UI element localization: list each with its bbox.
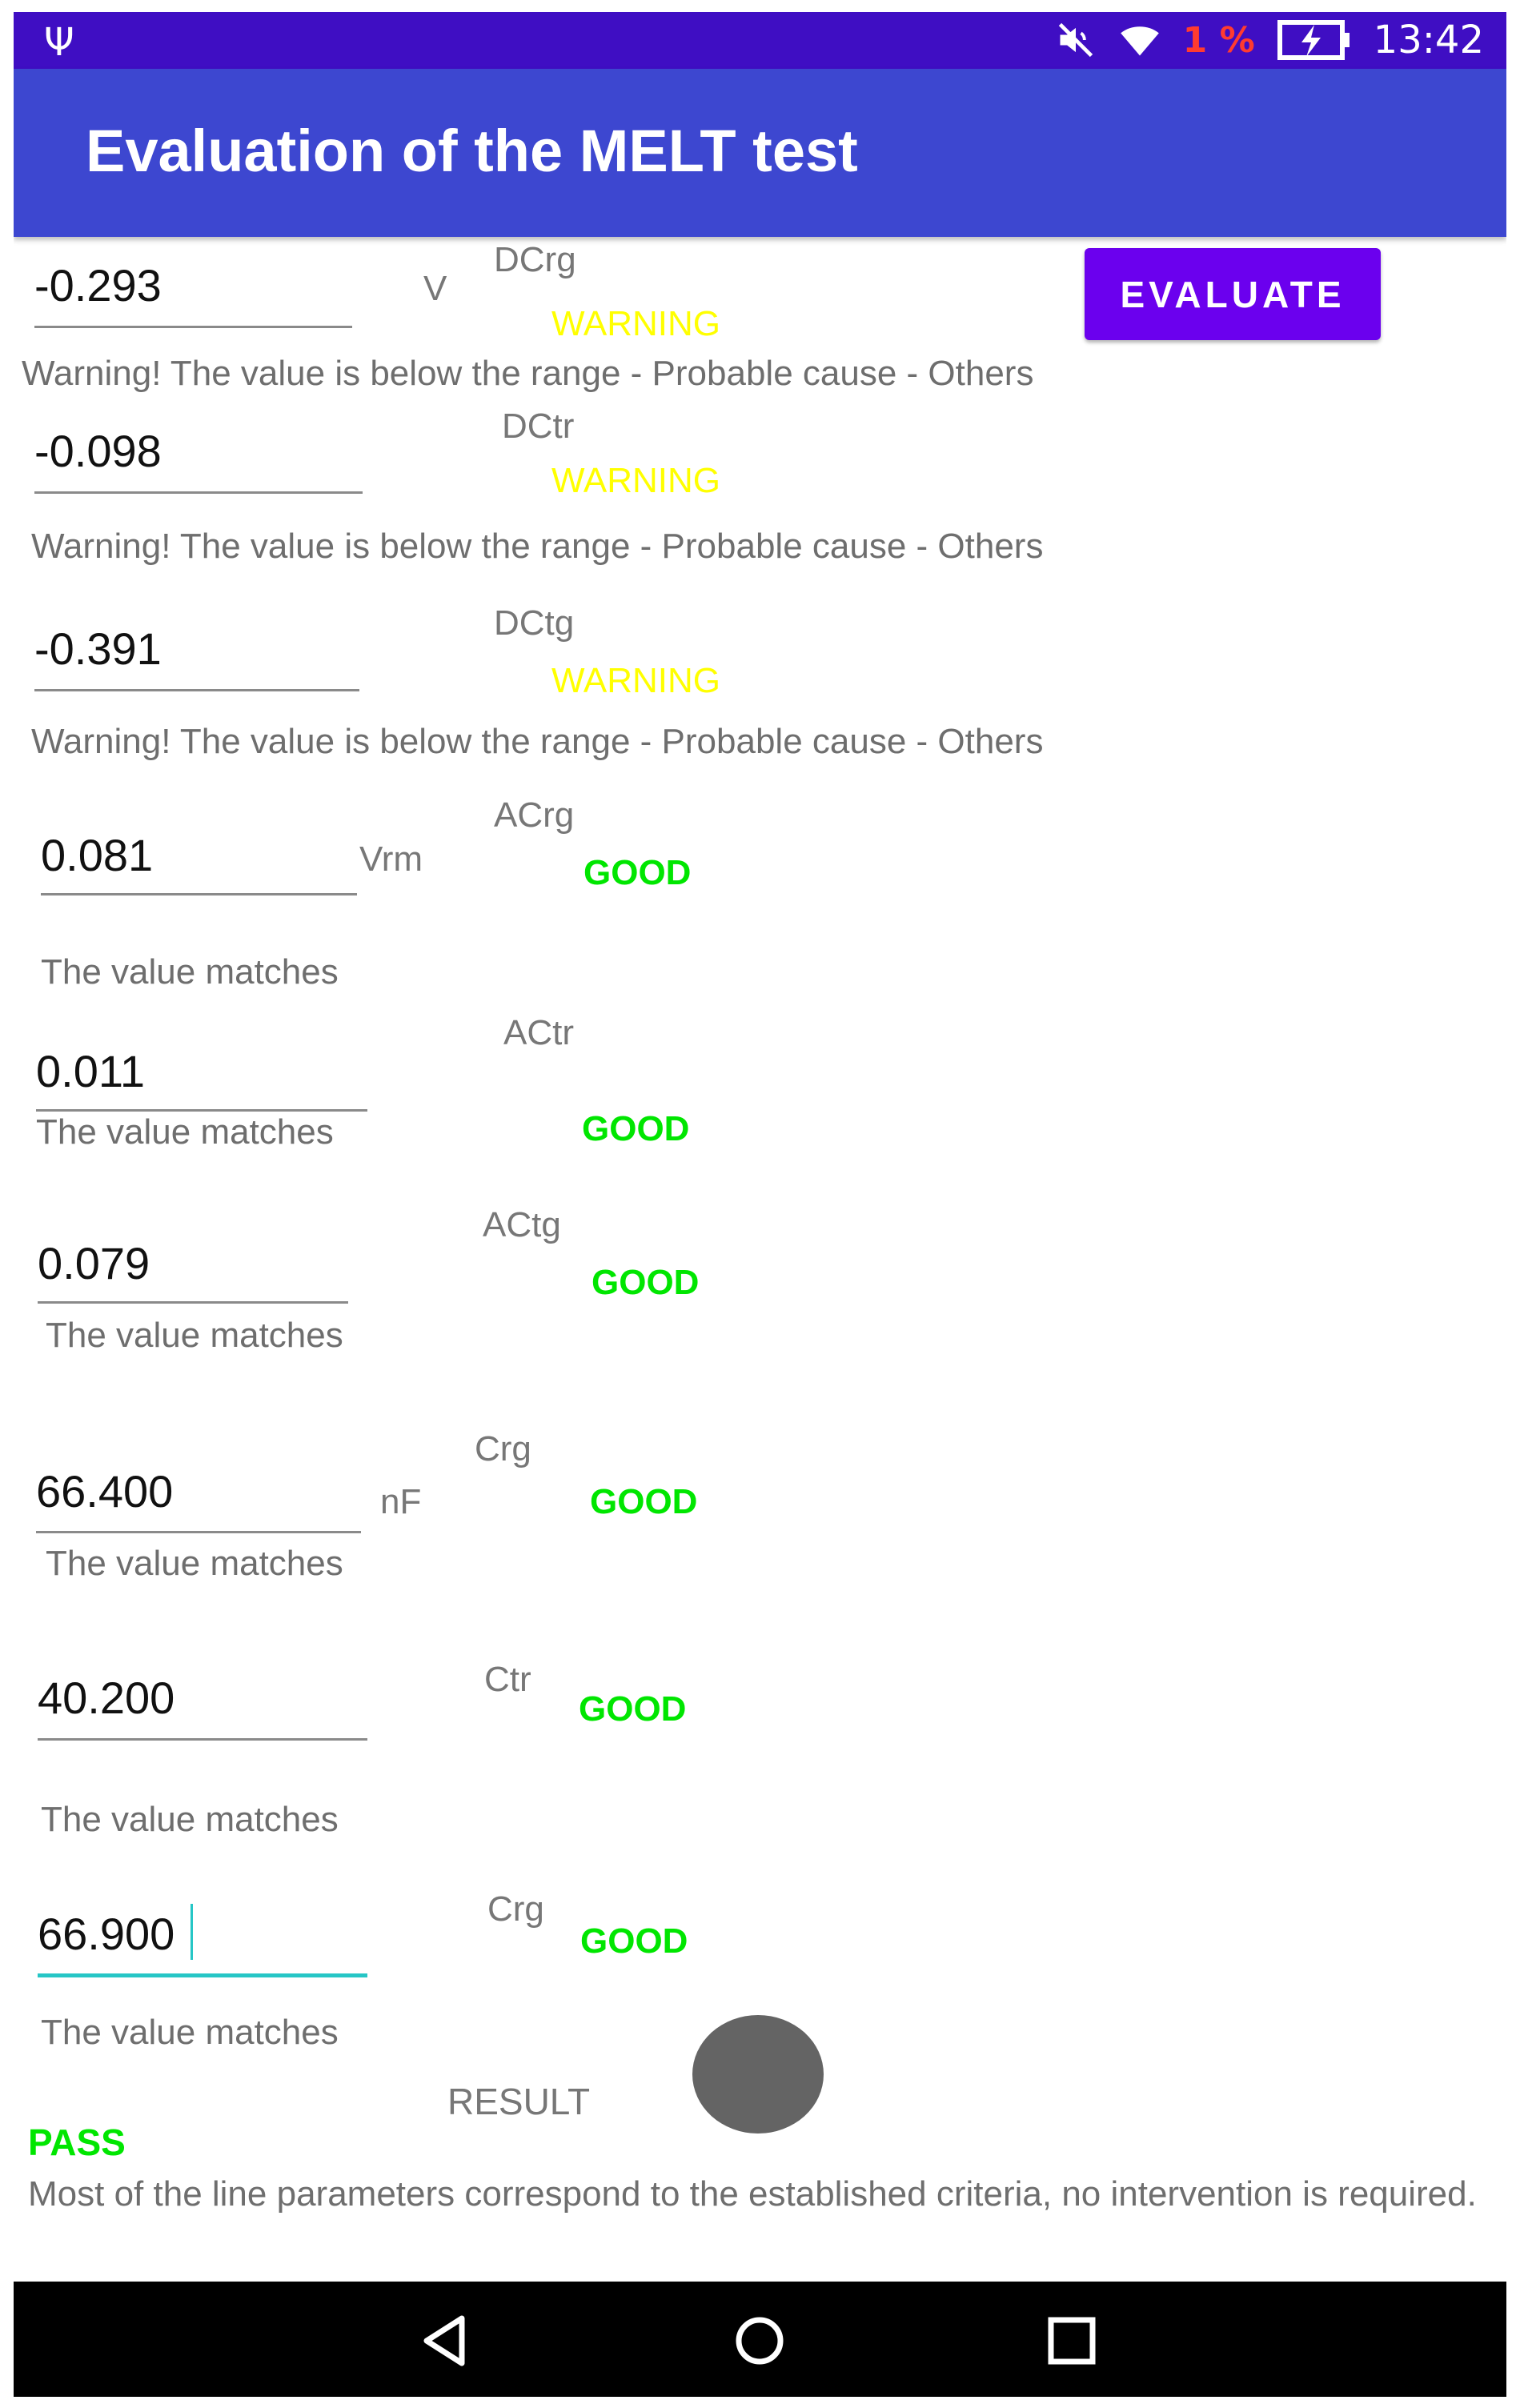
param-label-actr: ACtr	[503, 1013, 574, 1052]
result-label: RESULT	[447, 2081, 591, 2122]
value-field-dctg[interactable]: -0.391	[34, 623, 162, 675]
value-field-actg[interactable]: 0.079	[38, 1237, 150, 1289]
unit-label-vrm: Vrm	[359, 839, 423, 879]
message-actg: The value matches	[46, 1316, 343, 1355]
value-field-acrg[interactable]: 0.081	[41, 829, 153, 881]
param-label-acrg: ACrg	[494, 795, 575, 835]
unit-label-v: V	[423, 269, 447, 308]
mute-icon	[1058, 22, 1093, 58]
field-underline	[34, 491, 363, 494]
action-button[interactable]	[692, 2015, 824, 2134]
text-caret	[191, 1904, 193, 1960]
param-label-crg: Crg	[475, 1429, 531, 1468]
field-underline	[34, 689, 359, 691]
message-crg-2: The value matches	[41, 2013, 339, 2052]
status-badge-actg: GOOD	[592, 1263, 700, 1302]
status-badge-ctr: GOOD	[579, 1689, 687, 1729]
param-label-crg-2: Crg	[487, 1889, 544, 1929]
status-badge-crg-2: GOOD	[580, 1921, 688, 1961]
device-screen: Ψ 1 % 13:42 Evaluation of the MELT test	[14, 12, 1506, 2397]
status-badge-crg: GOOD	[590, 1482, 698, 1521]
message-dctr: Warning! The value is below the range - …	[31, 527, 1044, 566]
field-underline	[36, 1109, 367, 1112]
evaluate-button[interactable]: EVALUATE	[1085, 248, 1381, 340]
status-badge-acrg: GOOD	[584, 853, 692, 892]
result-status: PASS	[28, 2122, 126, 2163]
field-underline	[38, 1301, 348, 1304]
message-crg: The value matches	[46, 1544, 343, 1583]
status-icons: 1 % 13:42	[1055, 16, 1484, 64]
message-dctg: Warning! The value is below the range - …	[31, 722, 1044, 761]
value-field-dctr[interactable]: -0.098	[34, 425, 162, 477]
clock: 13:42	[1373, 18, 1484, 62]
app-bar: Evaluation of the MELT test	[14, 69, 1506, 237]
message-acrg: The value matches	[41, 952, 339, 992]
field-underline	[36, 1531, 361, 1533]
battery-charging-icon	[1277, 20, 1350, 60]
back-icon[interactable]	[414, 2309, 478, 2373]
wifi-icon	[1120, 26, 1159, 56]
result-summary: Most of the line parameters correspond t…	[28, 2174, 1477, 2214]
message-ctr: The value matches	[41, 1800, 339, 1839]
message-dcrg: Warning! The value is below the range - …	[22, 354, 1034, 393]
usb-icon: Ψ	[44, 20, 74, 65]
home-icon[interactable]	[728, 2309, 792, 2373]
status-badge-actr: GOOD	[582, 1109, 690, 1148]
battery-percent: 1 %	[1182, 19, 1255, 61]
value-field-crg-2[interactable]: 66.900	[38, 1908, 174, 1960]
page-title: Evaluation of the MELT test	[86, 118, 858, 184]
unit-label-nf: nF	[380, 1482, 422, 1521]
content-area: -0.293 V DCrg WARNING EVALUATE Warning! …	[14, 237, 1506, 2282]
param-label-actg: ACtg	[483, 1205, 561, 1244]
param-label-dctr: DCtr	[502, 407, 575, 446]
field-underline	[34, 326, 352, 328]
value-field-crg[interactable]: 66.400	[36, 1465, 173, 1517]
status-badge-dcrg: WARNING	[551, 304, 721, 343]
field-underline	[38, 1738, 367, 1741]
value-field-dcrg[interactable]: -0.293	[34, 259, 162, 311]
recents-icon[interactable]	[1040, 2309, 1104, 2373]
message-actr: The value matches	[36, 1112, 334, 1152]
param-label-dctg: DCtg	[494, 603, 575, 643]
field-underline-focused	[38, 1973, 367, 1977]
value-field-actr[interactable]: 0.011	[36, 1045, 145, 1097]
nav-bar	[14, 2282, 1506, 2397]
param-label-dcrg: DCrg	[494, 240, 576, 279]
field-underline	[41, 893, 357, 895]
status-bar: Ψ 1 % 13:42	[14, 12, 1506, 69]
param-label-ctr: Ctr	[484, 1660, 531, 1699]
status-badge-dctg: WARNING	[551, 661, 721, 700]
status-badge-dctr: WARNING	[551, 461, 721, 500]
value-field-ctr[interactable]: 40.200	[38, 1672, 174, 1724]
